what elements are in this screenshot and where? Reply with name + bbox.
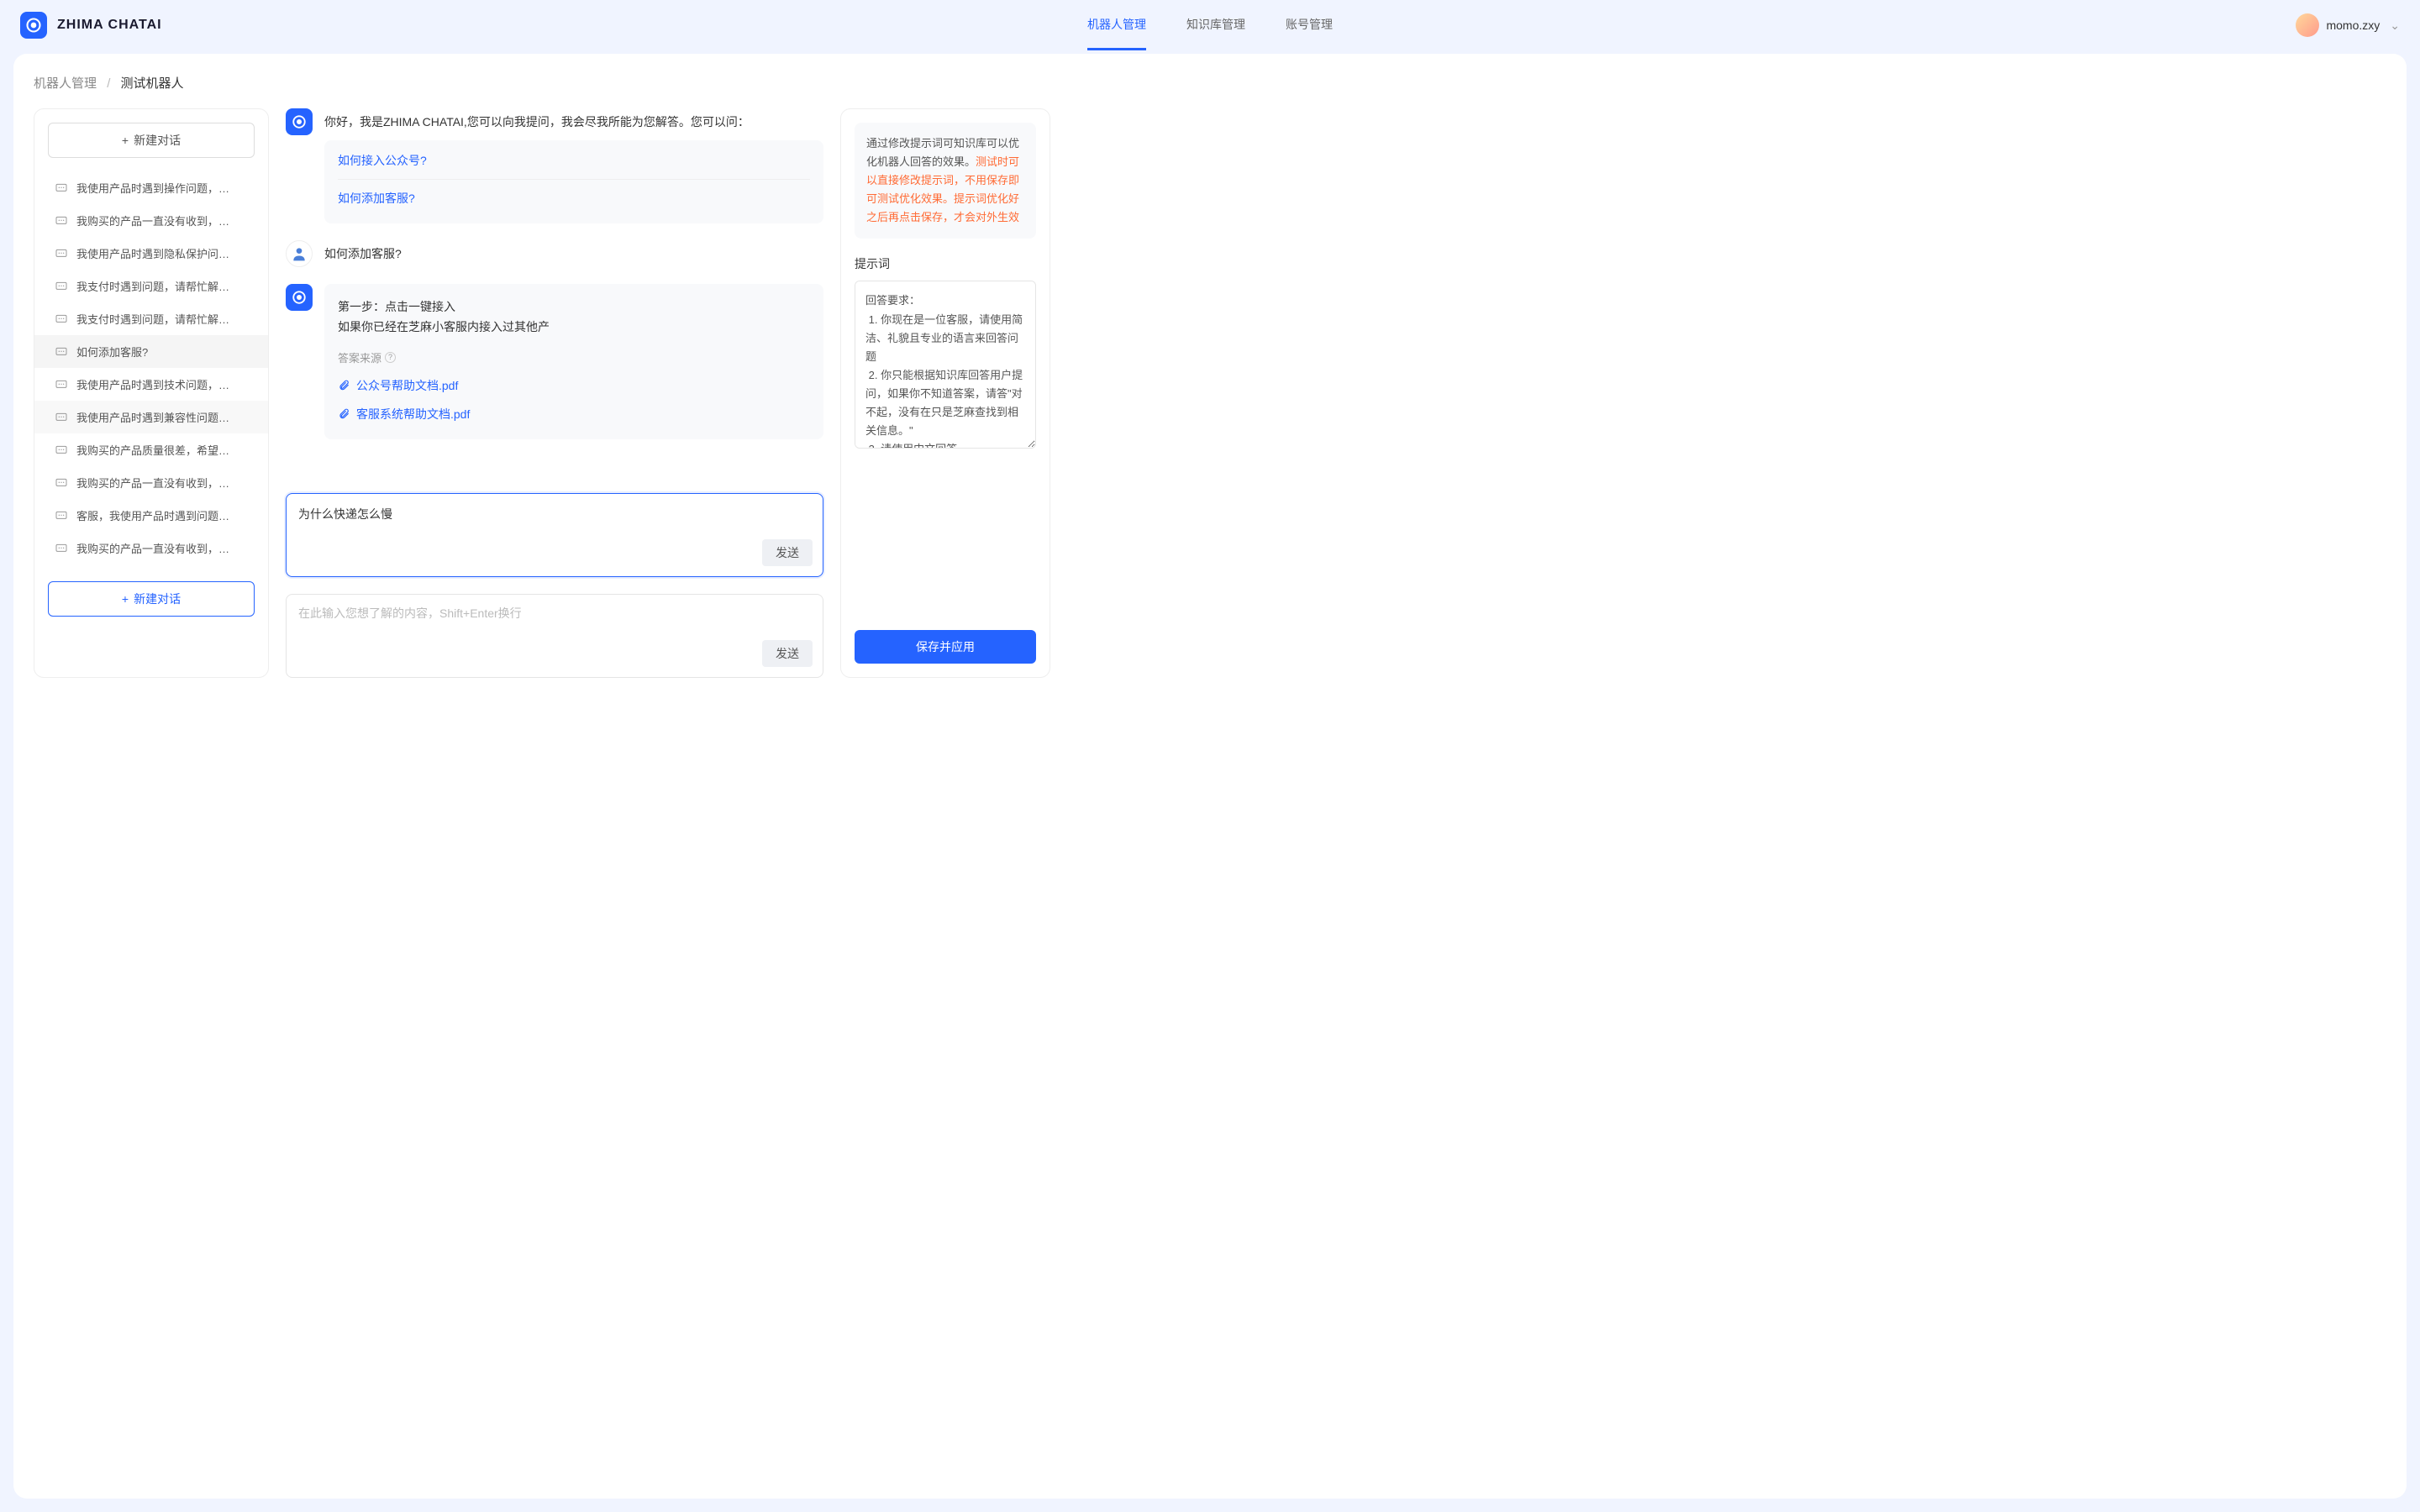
chat-input-secondary[interactable]: 发送 <box>286 594 823 678</box>
welcome-text: 你好，我是ZHIMA CHATAI,您可以向我提问，我会尽我所能为您解答。您可以… <box>324 108 823 130</box>
source-link[interactable]: 客服系统帮助文档.pdf <box>338 402 810 426</box>
breadcrumb-separator: / <box>107 76 110 91</box>
help-icon[interactable]: ? <box>385 352 396 363</box>
chat-area: 你好，我是ZHIMA CHATAI,您可以向我提问，我会尽我所能为您解答。您可以… <box>286 108 823 678</box>
main-nav: 机器人管理 知识库管理 账号管理 <box>1087 1 1333 50</box>
username: momo.zxy <box>2326 18 2380 32</box>
breadcrumb: 机器人管理 / 测试机器人 <box>34 74 2386 92</box>
user-menu[interactable]: momo.zxy ⌄ <box>2296 13 2400 37</box>
bot-welcome-message: 你好，我是ZHIMA CHATAI,您可以向我提问，我会尽我所能为您解答。您可以… <box>286 108 823 223</box>
save-apply-button[interactable]: 保存并应用 <box>855 630 1036 664</box>
user-question-text: 如何添加客服? <box>324 240 823 262</box>
bot-avatar-icon <box>286 284 313 311</box>
user-message: 如何添加客服? <box>286 240 823 267</box>
suggestion-box: 如何接入公众号? 如何添加客服? <box>324 140 823 223</box>
conversation-list: 我使用产品时遇到操作问题，…我购买的产品一直没有收到，…我使用产品时遇到隐私保护… <box>48 171 255 564</box>
user-avatar-icon <box>286 240 313 267</box>
logo-icon <box>20 12 47 39</box>
conversation-item[interactable]: 我使用产品时遇到技术问题，… <box>48 368 255 401</box>
breadcrumb-parent[interactable]: 机器人管理 <box>34 76 97 91</box>
conversation-sidebar: + 新建对话 我使用产品时遇到操作问题，…我购买的产品一直没有收到，…我使用产品… <box>34 108 269 678</box>
send-button[interactable]: 发送 <box>762 640 813 667</box>
chat-bubble-icon <box>55 345 68 359</box>
nav-account-management[interactable]: 账号管理 <box>1286 1 1333 50</box>
avatar <box>2296 13 2319 37</box>
conversation-item[interactable]: 我购买的产品一直没有收到，… <box>48 466 255 499</box>
chat-bubble-icon <box>55 280 68 293</box>
plus-icon: + <box>122 134 129 147</box>
conversation-item[interactable]: 我购买的产品一直没有收到，… <box>48 532 255 564</box>
chat-bubble-icon <box>55 312 68 326</box>
chat-bubble-icon <box>55 509 68 522</box>
new-conversation-button-top[interactable]: + 新建对话 <box>48 123 255 158</box>
prompt-label: 提示词 <box>855 255 1036 272</box>
bot-avatar-icon <box>286 108 313 135</box>
conversation-item[interactable]: 我支付时遇到问题，请帮忙解… <box>48 302 255 335</box>
chat-bubble-icon <box>55 476 68 490</box>
conversation-item[interactable]: 我使用产品时遇到隐私保护问… <box>48 237 255 270</box>
chevron-down-icon: ⌄ <box>2390 18 2400 33</box>
new-conversation-button-bottom[interactable]: + 新建对话 <box>48 581 255 617</box>
chat-bubble-icon <box>55 378 68 391</box>
conversation-item[interactable]: 我使用产品时遇到兼容性问题… <box>34 401 268 433</box>
chat-bubble-icon <box>55 247 68 260</box>
chat-bubble-icon <box>55 181 68 195</box>
chat-bubble-icon <box>55 542 68 555</box>
tip-box: 通过修改提示词可知识库可以优化机器人回答的效果。测试时可以直接修改提示词，不用保… <box>855 123 1036 239</box>
chat-input-field[interactable] <box>298 606 811 620</box>
plus-icon: + <box>122 592 129 606</box>
bot-answer-message: 第一步：点击一键接入 如果你已经在芝麻小客服内接入过其他产 答案来源 ? 公众号… <box>286 284 823 439</box>
conversation-item[interactable]: 我使用产品时遇到操作问题，… <box>48 171 255 204</box>
nav-knowledge-base[interactable]: 知识库管理 <box>1186 1 1245 50</box>
chat-input-active[interactable]: 为什么快递怎么慢 发送 <box>286 493 823 577</box>
nav-robot-management[interactable]: 机器人管理 <box>1087 1 1146 50</box>
chat-bubble-icon <box>55 214 68 228</box>
conversation-item[interactable]: 如何添加客服? <box>34 335 268 368</box>
prompt-panel: 通过修改提示词可知识库可以优化机器人回答的效果。测试时可以直接修改提示词，不用保… <box>840 108 1050 678</box>
suggestion-item[interactable]: 如何添加客服? <box>338 179 810 212</box>
conversation-item[interactable]: 我购买的产品一直没有收到，… <box>48 204 255 237</box>
suggestion-item[interactable]: 如何接入公众号? <box>338 152 810 174</box>
chat-bubble-icon <box>55 411 68 424</box>
source-link[interactable]: 公众号帮助文档.pdf <box>338 374 810 397</box>
chat-input-value: 为什么快递怎么慢 <box>298 507 392 521</box>
breadcrumb-current: 测试机器人 <box>121 76 184 91</box>
conversation-item[interactable]: 客服，我使用产品时遇到问题… <box>48 499 255 532</box>
send-button[interactable]: 发送 <box>762 539 813 566</box>
answer-text: 第一步：点击一键接入 如果你已经在芝麻小客服内接入过其他产 <box>338 297 810 338</box>
logo-text: ZHIMA CHATAI <box>57 18 162 33</box>
attachment-icon <box>338 408 350 420</box>
chat-bubble-icon <box>55 444 68 457</box>
logo[interactable]: ZHIMA CHATAI <box>20 12 162 39</box>
attachment-icon <box>338 380 350 391</box>
prompt-textarea[interactable] <box>855 281 1036 449</box>
conversation-item[interactable]: 我支付时遇到问题，请帮忙解… <box>48 270 255 302</box>
source-label: 答案来源 ? <box>338 349 810 365</box>
conversation-item[interactable]: 我购买的产品质量很差，希望… <box>48 433 255 466</box>
